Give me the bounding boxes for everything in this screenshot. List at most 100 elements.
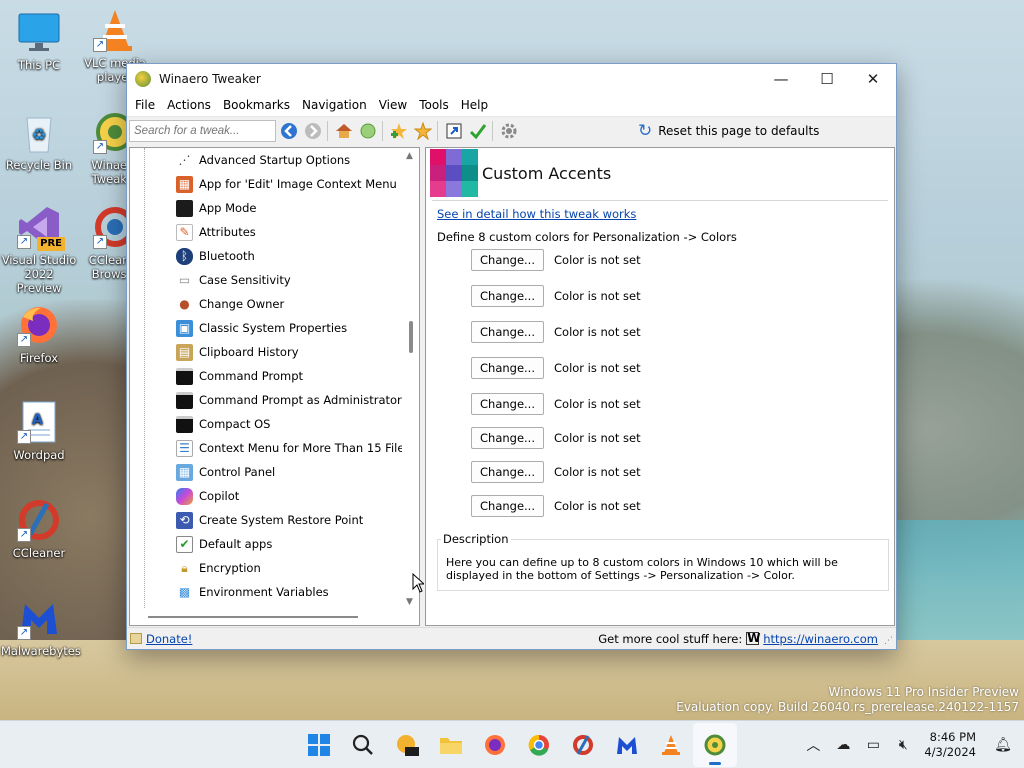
tree-item[interactable]: ▦ App for 'Edit' Image Context Menu <box>130 172 419 196</box>
svg-text:♻: ♻ <box>32 125 46 144</box>
context-menu-icon: ☰ <box>176 439 193 457</box>
change-color-3-button[interactable]: Change... <box>471 321 544 343</box>
menu-actions[interactable]: Actions <box>161 98 217 112</box>
change-color-1-button[interactable]: Change... <box>471 249 544 271</box>
page-title: Custom Accents <box>482 163 612 183</box>
search-input[interactable] <box>129 120 276 142</box>
change-color-7-button[interactable]: Change... <box>471 461 544 483</box>
maximize-button[interactable]: ☐ <box>804 64 850 93</box>
desktop-icon-malwarebytes[interactable]: ↗ Malwarebytes <box>1 596 81 658</box>
refresh-globe-icon[interactable] <box>357 120 379 142</box>
tree-item[interactable]: 🔒︎ Encryption <box>130 556 419 580</box>
chevron-up-icon[interactable]: ︿ <box>798 735 828 755</box>
network-icon[interactable]: ▭ <box>858 737 888 753</box>
tweak-tree[interactable]: ⋰ Advanced Startup Options ▦ App for 'Edit… <box>129 147 420 626</box>
tree-item-label: Context Menu for More Than 15 Files <box>199 441 411 455</box>
tree-item[interactable]: ⟲ Create System Restore Point <box>130 508 419 532</box>
desktop-icon-wordpad[interactable]: A ↗ Wordpad <box>1 400 77 462</box>
shortcut-arrow-icon: ↗ <box>93 140 107 154</box>
tree-item-label: Copilot <box>199 489 240 503</box>
menu-bookmarks[interactable]: Bookmarks <box>217 98 296 112</box>
tree-item[interactable]: ▤ Clipboard History <box>130 340 419 364</box>
scrollbar-thumb[interactable] <box>409 321 413 353</box>
donate-link[interactable]: Donate! <box>146 632 192 646</box>
vlc-taskbar-icon[interactable] <box>649 723 693 767</box>
start-windows-icon[interactable] <box>297 723 341 767</box>
change-color-6-button[interactable]: Change... <box>471 427 544 449</box>
tree-item[interactable]: Command Prompt <box>130 364 419 388</box>
forward-icon[interactable] <box>302 120 324 142</box>
winaero-logo-icon: W <box>746 631 761 645</box>
notification-bell-icon[interactable]: 🔔︎ <box>988 737 1018 753</box>
desktop-icon-firefox[interactable]: ↗ Firefox <box>1 303 77 365</box>
menu-file[interactable]: File <box>129 98 161 112</box>
winaero-site-link[interactable]: https://winaero.com <box>763 632 878 646</box>
tree-item[interactable]: ▭ Case Sensitivity <box>130 268 419 292</box>
tree-item[interactable]: Copilot <box>130 484 419 508</box>
menu-navigation[interactable]: Navigation <box>296 98 373 112</box>
scrollbar-thumb[interactable] <box>148 616 358 618</box>
change-color-2-button[interactable]: Change... <box>471 285 544 307</box>
tree-item[interactable]: ⋰ Advanced Startup Options <box>130 148 419 172</box>
add-bookmark-icon[interactable] <box>388 120 410 142</box>
firefox-taskbar-icon[interactable] <box>473 723 517 767</box>
file-explorer-icon[interactable] <box>429 723 473 767</box>
ccleaner-taskbar-icon[interactable] <box>561 723 605 767</box>
shortcut-icon[interactable] <box>443 120 465 142</box>
close-button[interactable]: ✕ <box>850 64 896 93</box>
default-apps-icon: ✔ <box>176 535 193 553</box>
clock[interactable]: 8:46 PM 4/3/2024 <box>924 730 976 760</box>
menu-help[interactable]: Help <box>455 98 494 112</box>
home-icon[interactable] <box>333 120 355 142</box>
desktop-icon-visual-studio[interactable]: PRE ↗ Visual Studio 2022 Preview <box>1 205 77 295</box>
taskbar-preview-app-icon[interactable] <box>385 723 429 767</box>
desktop-icon-this-pc[interactable]: This PC <box>1 10 77 72</box>
tweak-detail-link[interactable]: See in detail how this tweak works <box>437 207 636 221</box>
tree-item[interactable]: ✔ Default apps <box>130 532 419 556</box>
tree-vertical-scrollbar[interactable]: ▲ ▼ <box>402 148 419 610</box>
search-icon[interactable] <box>341 723 385 767</box>
change-color-4-button[interactable]: Change... <box>471 357 544 379</box>
resize-grip-icon[interactable]: ⋰ <box>884 636 893 646</box>
wordpad-icon: A ↗ <box>17 400 61 444</box>
tree-item[interactable]: App Mode <box>130 196 419 220</box>
change-color-5-button[interactable]: Change... <box>471 393 544 415</box>
menu-tools[interactable]: Tools <box>413 98 455 112</box>
tree-horizontal-scrollbar[interactable] <box>130 609 404 625</box>
tree-item-label: Advanced Startup Options <box>199 153 351 167</box>
desktop-icon-ccleaner[interactable]: ↗ CCleaner <box>1 498 77 560</box>
tree-item[interactable]: ● Change Owner <box>130 292 419 316</box>
tree-item[interactable]: Compact OS <box>130 412 419 436</box>
visual-studio-icon: PRE ↗ <box>17 205 65 251</box>
color-row-3: Change... Color is not set <box>471 321 641 343</box>
color-status-2: Color is not set <box>554 289 641 303</box>
tree-item[interactable]: ᛒ Bluetooth <box>130 244 419 268</box>
desktop-icon-recycle-bin[interactable]: ♻ Recycle Bin <box>1 110 77 172</box>
minimize-button[interactable]: — <box>758 64 804 93</box>
tree-item[interactable]: ☰ Context Menu for More Than 15 Files <box>130 436 419 460</box>
chrome-icon[interactable] <box>517 723 561 767</box>
clipboard-icon: ▤ <box>176 343 193 361</box>
settings-gear-icon[interactable] <box>498 120 520 142</box>
tree-item[interactable]: ▣ Classic System Properties <box>130 316 419 340</box>
scroll-up-icon[interactable]: ▲ <box>406 151 413 161</box>
cloud-offline-icon[interactable]: ☁ <box>828 737 858 753</box>
windows-watermark: Windows 11 Pro Insider Preview Evaluatio… <box>676 685 1019 715</box>
title-bar[interactable]: Winaero Tweaker — ☐ ✕ <box>127 64 896 93</box>
scroll-down-icon[interactable]: ▼ <box>406 597 413 607</box>
bookmark-star-icon[interactable] <box>412 120 434 142</box>
apply-check-icon[interactable] <box>467 120 489 142</box>
tree-item[interactable]: Command Prompt as Administrator <box>130 388 419 412</box>
tree-item[interactable]: ▦ Control Panel <box>130 460 419 484</box>
menu-view[interactable]: View <box>373 98 413 112</box>
tree-item[interactable]: ▩ Environment Variables <box>130 580 419 604</box>
recycle-bin-icon: ♻ <box>17 110 61 154</box>
winaero-tweaker-taskbar-icon[interactable] <box>693 723 737 767</box>
change-color-8-button[interactable]: Change... <box>471 495 544 517</box>
back-icon[interactable] <box>278 120 300 142</box>
malwarebytes-taskbar-icon[interactable] <box>605 723 649 767</box>
reset-page-button[interactable]: ↻ Reset this page to defaults <box>638 121 819 141</box>
volume-muted-icon[interactable]: 🔇︎ <box>888 737 918 753</box>
tree-item[interactable]: ✎ Attributes <box>130 220 419 244</box>
tree-item-label: Environment Variables <box>199 585 329 599</box>
